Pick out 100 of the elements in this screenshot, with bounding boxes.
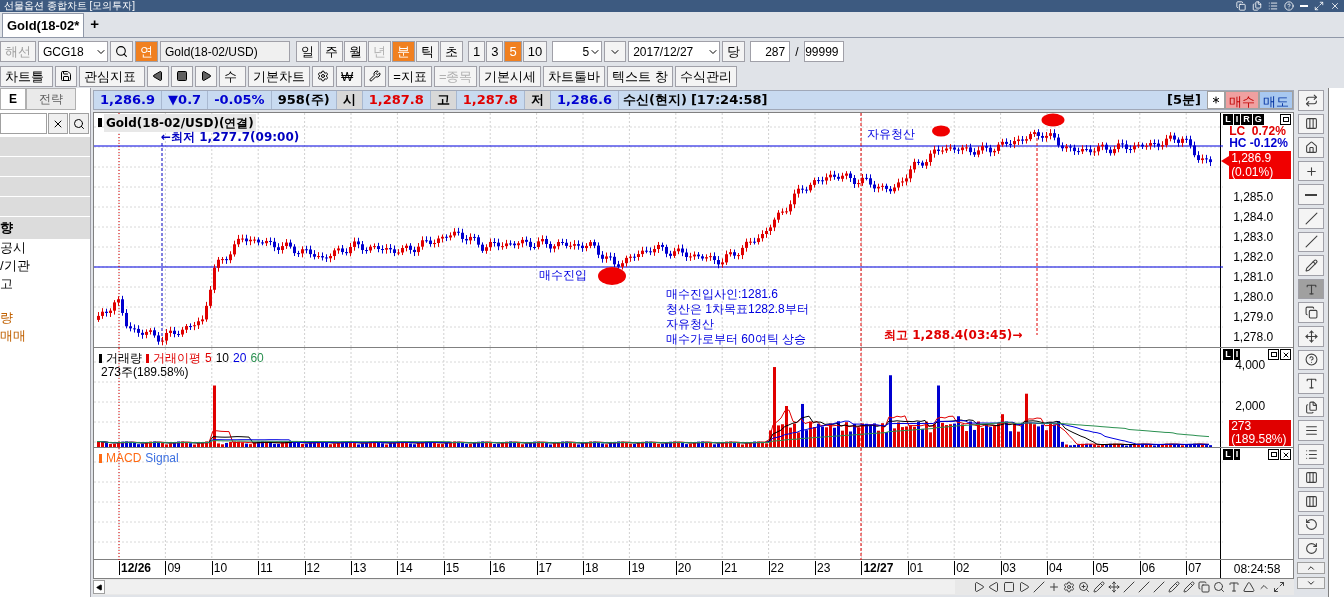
pane-option-letter[interactable]: L — [1223, 114, 1233, 125]
tool-button[interactable] — [1298, 160, 1324, 182]
icon-button[interactable] — [364, 65, 387, 87]
tool-button[interactable] — [1298, 514, 1324, 536]
help-icon[interactable] — [1284, 1, 1294, 11]
pencil-icon[interactable] — [1093, 581, 1105, 593]
interval-button[interactable]: 3 — [486, 41, 504, 62]
pencil-icon[interactable] — [1183, 581, 1195, 593]
icon-button[interactable] — [147, 65, 169, 87]
period-button[interactable]: 주 — [320, 41, 343, 62]
tool-button[interactable] — [1298, 443, 1324, 465]
close-icon[interactable] — [1280, 449, 1291, 460]
panel-tab[interactable]: 전략 — [26, 88, 76, 110]
pane-option-letter[interactable]: I — [1233, 349, 1241, 360]
close-icon[interactable] — [1280, 349, 1291, 360]
pane-option-letter[interactable]: L — [1223, 449, 1233, 460]
search-button[interactable] — [69, 113, 89, 134]
interval-button[interactable]: 10 — [522, 41, 548, 62]
list-item[interactable]: /기관 — [0, 257, 90, 275]
pane-option-letter[interactable]: G — [1252, 114, 1264, 125]
toolbar-button[interactable]: 수식관리 — [675, 65, 738, 87]
tool-button[interactable] — [1298, 467, 1324, 489]
settings-button[interactable] — [1207, 91, 1225, 109]
category-header[interactable]: 향 — [0, 217, 90, 239]
maximize-icon[interactable] — [1280, 114, 1291, 125]
tool-button[interactable] — [1298, 255, 1324, 276]
maximize-icon[interactable] — [1273, 581, 1285, 593]
scroll-left-button[interactable] — [93, 580, 105, 594]
maximize-icon[interactable] — [1268, 449, 1279, 460]
max-count-field[interactable]: 99999 — [803, 41, 844, 62]
add-tab-button[interactable]: + — [84, 12, 105, 35]
sell-button[interactable]: 매도 — [1259, 91, 1293, 109]
tool-button[interactable] — [1298, 137, 1324, 158]
list-item[interactable]: 고 — [0, 275, 90, 293]
date-field[interactable]: 2017/12/27 — [628, 41, 721, 62]
copy-icon[interactable] — [1198, 581, 1210, 593]
right-triangle-icon[interactable] — [1018, 581, 1030, 593]
tool-button[interactable] — [1298, 420, 1324, 441]
toolbar-button[interactable]: 기본차트 — [248, 65, 310, 87]
plus-icon[interactable] — [1048, 581, 1060, 593]
period-button[interactable]: 틱 — [416, 41, 439, 62]
toolbar-button[interactable]: 차트툴바 — [543, 65, 606, 87]
settings-icon[interactable] — [1063, 581, 1075, 593]
move-icon[interactable] — [1108, 581, 1120, 593]
menu-button[interactable]: ₩ — [336, 65, 363, 87]
interval-field[interactable]: 5 — [552, 41, 603, 62]
tool-button[interactable] — [1298, 349, 1324, 371]
menu-button[interactable]: 수 — [219, 65, 246, 87]
chart-tab[interactable]: Gold(18-02* — [2, 13, 85, 37]
tool-button[interactable] — [1298, 113, 1324, 135]
line-icon[interactable] — [1153, 581, 1165, 593]
files-icon[interactable] — [1252, 1, 1262, 11]
code-combo[interactable]: GCG18 — [38, 41, 108, 62]
tool-button[interactable] — [1298, 396, 1324, 418]
pane-option-letter[interactable]: L — [1223, 349, 1233, 360]
tool-button[interactable] — [1298, 302, 1324, 323]
pencil-icon[interactable] — [1168, 581, 1180, 593]
search-icon[interactable] — [1213, 581, 1225, 593]
pane-option-letter[interactable]: I — [1233, 114, 1241, 125]
search-input[interactable] — [0, 113, 47, 134]
icon-button[interactable] — [55, 65, 77, 87]
tool-button[interactable] — [1298, 90, 1324, 111]
tool-button[interactable] — [1298, 278, 1324, 300]
tool-button[interactable] — [1298, 491, 1324, 512]
tool-button[interactable] — [1298, 373, 1324, 394]
period-button[interactable]: 초 — [440, 41, 463, 62]
panel-tab[interactable]: E — [0, 88, 26, 110]
period-button[interactable]: 월 — [344, 41, 367, 62]
icon-button[interactable] — [171, 65, 193, 87]
text-icon[interactable] — [1228, 581, 1240, 593]
current-button[interactable]: 당 — [722, 41, 746, 62]
list-item[interactable]: 량 — [0, 309, 90, 327]
menu-button[interactable]: 관심지표 — [79, 65, 145, 87]
zoom-icon[interactable] — [1078, 581, 1090, 593]
search-button[interactable] — [110, 41, 133, 62]
line-icon[interactable] — [1033, 581, 1045, 593]
dropdown-button[interactable] — [604, 41, 627, 62]
copy-icon[interactable] — [1236, 1, 1246, 11]
tool-button[interactable] — [1298, 538, 1324, 559]
list-item[interactable]: 매매 — [0, 327, 90, 345]
line-icon[interactable] — [1138, 581, 1150, 593]
clear-button[interactable] — [48, 113, 68, 134]
pane-option-letter[interactable]: R — [1241, 114, 1252, 125]
interval-button[interactable]: 1 — [468, 41, 486, 62]
square-icon[interactable] — [1003, 581, 1015, 593]
list-icon[interactable] — [1268, 1, 1278, 11]
icon-button[interactable] — [312, 65, 334, 87]
tool-button[interactable] — [1298, 184, 1324, 205]
left-triangle-icon[interactable] — [988, 581, 1000, 593]
menu-button[interactable]: 차트틀 — [0, 65, 53, 87]
toolbar-button[interactable]: 텍스트 창 — [607, 65, 674, 87]
line-icon[interactable] — [1123, 581, 1135, 593]
icon-button[interactable] — [195, 65, 217, 87]
triangle-icon[interactable] — [1243, 581, 1255, 593]
maximize-icon[interactable] — [1268, 349, 1279, 360]
toolbar-button[interactable]: =지표 — [388, 65, 432, 87]
tool-button[interactable] — [1298, 325, 1324, 347]
period-button[interactable]: 일 — [296, 41, 319, 62]
pane-option-letter[interactable]: I — [1233, 449, 1241, 460]
list-item[interactable]: 공시 — [0, 239, 90, 257]
